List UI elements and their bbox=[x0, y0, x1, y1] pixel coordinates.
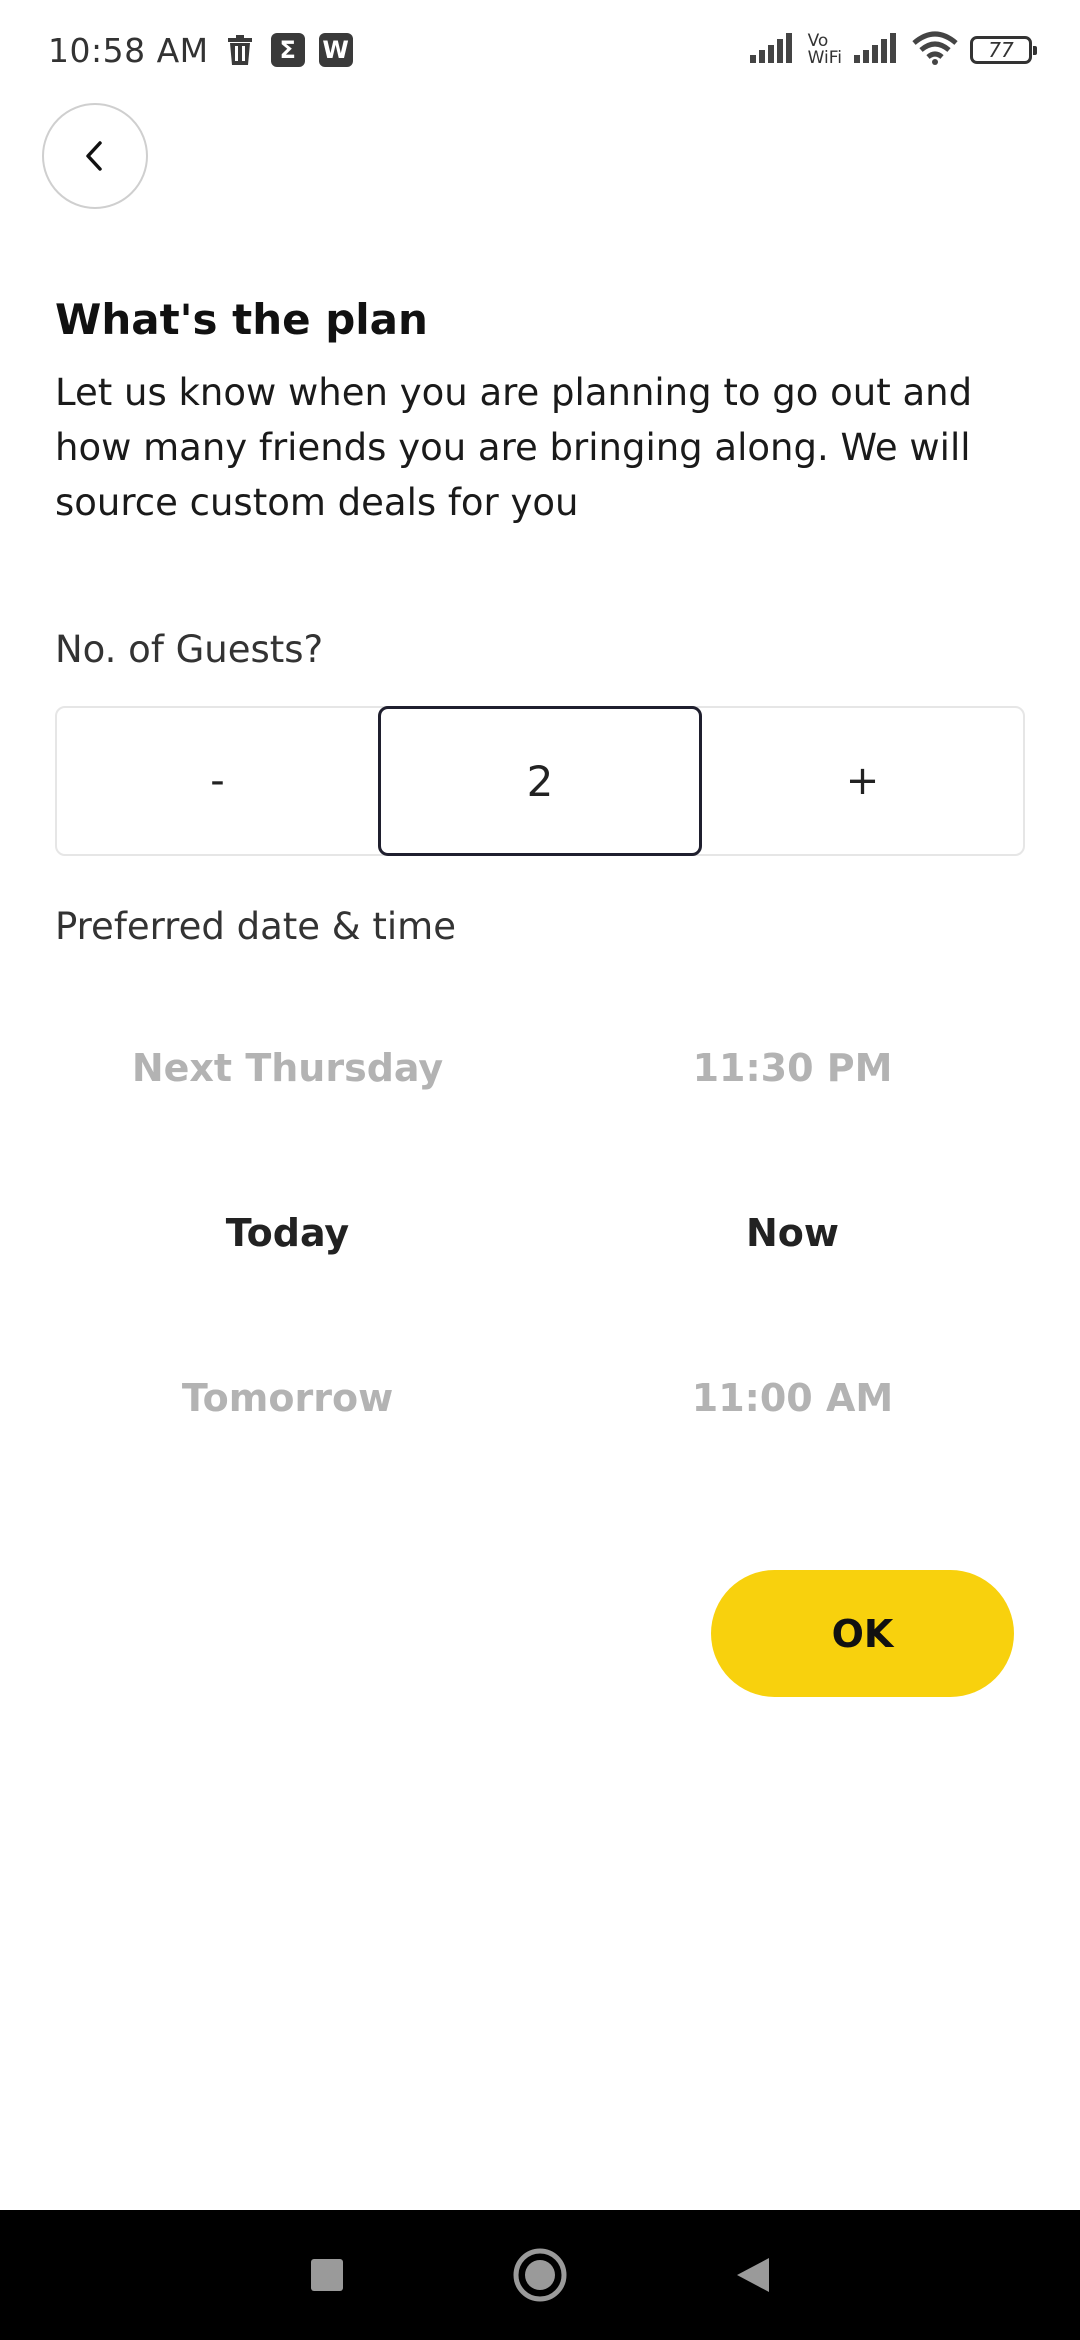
time-option[interactable]: 11:00 AM bbox=[540, 1315, 1045, 1480]
date-picker[interactable]: Next Thursday Today Tomorrow bbox=[35, 985, 540, 1480]
wifi-label: WiFi bbox=[807, 48, 842, 68]
sigma-app-icon: Σ bbox=[270, 33, 305, 67]
status-right: Vo WiFi 77 bbox=[749, 31, 1037, 69]
guests-stepper: - 2 + bbox=[55, 706, 1025, 856]
back-button[interactable] bbox=[42, 103, 148, 209]
time-picker[interactable]: 11:30 PM Now 11:00 AM bbox=[540, 985, 1045, 1480]
time-option[interactable]: 11:30 PM bbox=[540, 985, 1045, 1150]
page-subtitle: Let us know when you are planning to go … bbox=[55, 371, 973, 524]
system-nav-bar bbox=[0, 2210, 1080, 2340]
back-nav-button[interactable] bbox=[723, 2245, 783, 2305]
page-title: What's the plan bbox=[55, 295, 428, 344]
decrement-button[interactable]: - bbox=[57, 708, 378, 854]
wifi-icon bbox=[912, 31, 958, 69]
triangle-back-icon bbox=[737, 2258, 770, 2292]
status-left: 10:58 AM Σ W bbox=[48, 31, 353, 70]
vowifi-label: Vo WiFi bbox=[808, 33, 842, 67]
date-option[interactable]: Next Thursday bbox=[35, 985, 540, 1150]
battery-icon: 77 bbox=[970, 36, 1037, 64]
square-icon bbox=[310, 2259, 343, 2291]
status-bar: 10:58 AM Σ W Vo WiFi 77 bbox=[0, 0, 1080, 100]
signal-icon-2 bbox=[854, 33, 900, 67]
trash-icon bbox=[223, 33, 257, 67]
chevron-left-icon bbox=[86, 141, 102, 171]
home-button[interactable] bbox=[510, 2245, 570, 2305]
guests-count[interactable]: 2 bbox=[378, 706, 702, 856]
battery-level: 77 bbox=[988, 38, 1014, 62]
date-time-label: Preferred date & time bbox=[55, 905, 456, 948]
recents-button[interactable] bbox=[297, 2245, 357, 2305]
signal-icon bbox=[749, 33, 796, 67]
wps-app-icon: W bbox=[318, 33, 353, 67]
circle-icon bbox=[513, 2248, 567, 2302]
status-time: 10:58 AM bbox=[48, 30, 209, 70]
ok-button[interactable]: OK bbox=[711, 1570, 1014, 1697]
guests-label: No. of Guests? bbox=[55, 628, 324, 671]
date-option-selected[interactable]: Today bbox=[35, 1150, 540, 1315]
time-option-selected[interactable]: Now bbox=[540, 1150, 1045, 1315]
increment-button[interactable]: + bbox=[702, 708, 1023, 854]
date-option[interactable]: Tomorrow bbox=[35, 1315, 540, 1480]
